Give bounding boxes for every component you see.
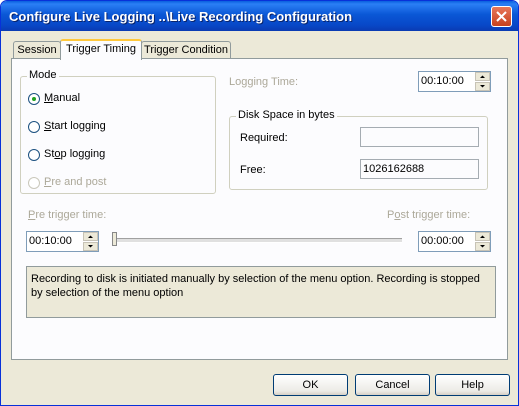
- trigger-slider-track[interactable]: [112, 238, 402, 243]
- spin-up-button[interactable]: [475, 232, 490, 241]
- close-icon: [496, 11, 507, 22]
- arrow-down-icon: [480, 245, 485, 248]
- trigger-slider-thumb[interactable]: [112, 232, 117, 246]
- tab-session[interactable]: Session: [13, 41, 61, 59]
- radio-start-logging[interactable]: [28, 121, 40, 133]
- tab-trigger-condition[interactable]: Trigger Condition: [141, 41, 231, 59]
- logging-time-spinbox[interactable]: 00:10:00: [418, 71, 491, 92]
- window-title: Configure Live Logging ..\Live Recording…: [9, 9, 353, 24]
- radio-pre-and-post[interactable]: [28, 177, 40, 189]
- radio-stop-logging[interactable]: [28, 149, 40, 161]
- arrow-down-icon: [480, 85, 485, 88]
- spin-down-button[interactable]: [475, 82, 490, 91]
- pre-trigger-spinner[interactable]: [83, 232, 98, 251]
- pre-trigger-value[interactable]: 00:10:00: [29, 235, 72, 247]
- free-value: 1026162688: [363, 163, 425, 175]
- arrow-up-icon: [88, 235, 93, 238]
- radio-manual-label[interactable]: Manual: [44, 92, 80, 104]
- mode-group: Mode Manual Start logging Stop logging P…: [20, 69, 216, 194]
- ok-button[interactable]: OK: [273, 374, 348, 396]
- tab-trigger-timing[interactable]: Trigger Timing: [60, 39, 142, 60]
- help-button[interactable]: Help: [435, 374, 510, 396]
- radio-manual[interactable]: [28, 93, 40, 105]
- logging-time-value[interactable]: 00:10:00: [421, 75, 464, 87]
- radio-stop-logging-label[interactable]: Stop logging: [44, 148, 105, 160]
- post-trigger-value[interactable]: 00:00:00: [421, 235, 464, 247]
- arrow-up-icon: [480, 75, 485, 78]
- arrow-up-icon: [480, 235, 485, 238]
- title-bar[interactable]: Configure Live Logging ..\Live Recording…: [1, 1, 518, 31]
- cancel-button[interactable]: Cancel: [355, 374, 430, 396]
- radio-pre-and-post-label: Pre and post: [44, 176, 107, 188]
- tab-panel-trigger-timing: Mode Manual Start logging Stop logging P…: [11, 58, 508, 360]
- post-trigger-spinbox[interactable]: 00:00:00: [418, 231, 491, 252]
- logging-time-spinner[interactable]: [475, 72, 490, 91]
- arrow-down-icon: [88, 245, 93, 248]
- free-field[interactable]: 1026162688: [360, 159, 479, 179]
- description-box: Recording to disk is initiated manually …: [26, 266, 496, 318]
- required-field[interactable]: [360, 127, 479, 147]
- pre-trigger-spinbox[interactable]: 00:10:00: [26, 231, 99, 252]
- post-trigger-spinner[interactable]: [475, 232, 490, 251]
- spin-down-button[interactable]: [475, 242, 490, 251]
- spin-up-button[interactable]: [475, 72, 490, 81]
- mode-group-title: Mode: [27, 69, 59, 81]
- required-label: Required:: [240, 132, 288, 144]
- free-label: Free:: [240, 164, 266, 176]
- spin-up-button[interactable]: [83, 232, 98, 241]
- radio-start-logging-label[interactable]: Start logging: [44, 120, 106, 132]
- close-button[interactable]: [491, 6, 512, 27]
- logging-time-label: Logging Time:: [229, 76, 299, 88]
- pre-trigger-label: Pre trigger time:: [28, 209, 107, 221]
- disk-space-title: Disk Space in bytes: [236, 109, 337, 121]
- post-trigger-label: Post trigger time:: [387, 209, 471, 221]
- dialog-window: Configure Live Logging ..\Live Recording…: [0, 0, 519, 406]
- disk-space-group: Disk Space in bytes Required: Free: 1026…: [229, 109, 488, 190]
- spin-down-button[interactable]: [83, 242, 98, 251]
